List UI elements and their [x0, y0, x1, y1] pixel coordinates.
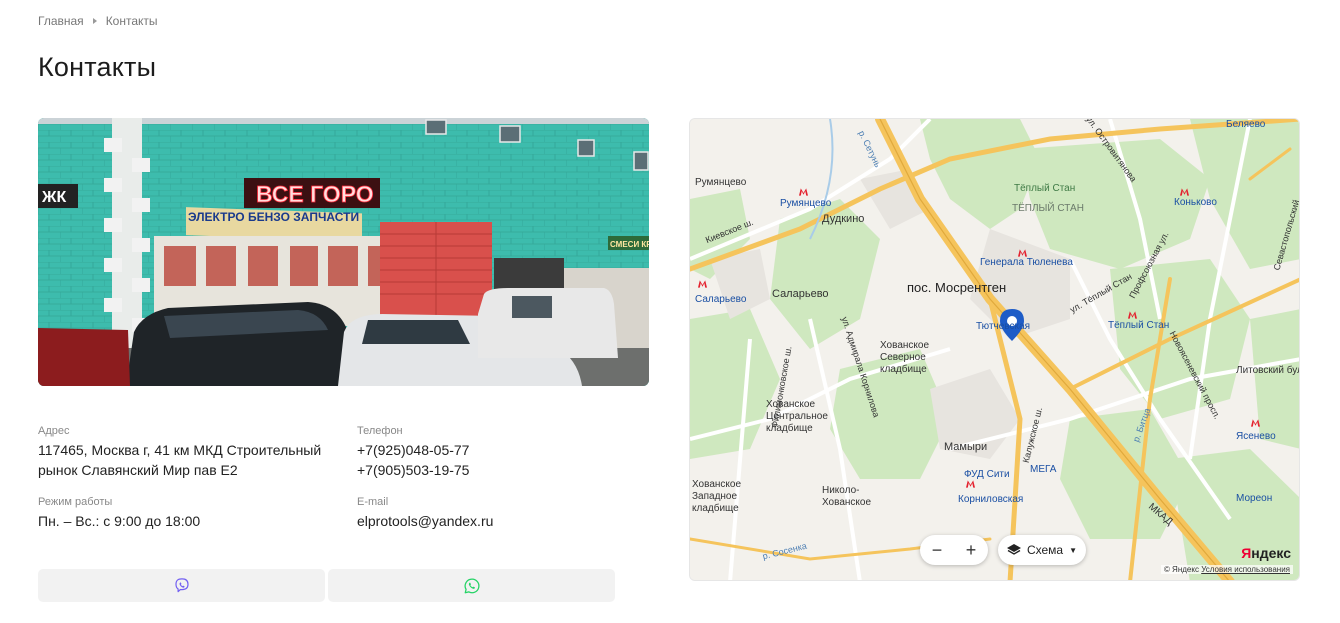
- map-label-teply-stan-park: Тёплый Стан: [1014, 183, 1076, 194]
- map-label-mamyri: Мамыри: [944, 441, 988, 453]
- address-label: Адрес: [38, 425, 70, 437]
- map-label-salaryevo: Саларьево: [772, 288, 829, 300]
- viber-button[interactable]: [38, 569, 325, 602]
- chevron-down-icon: ▼: [1069, 545, 1078, 555]
- map-label-yasenevo: Ясенево: [1236, 431, 1276, 442]
- photo-sign-left: ЖК: [41, 189, 66, 206]
- metro-icon: [966, 480, 975, 488]
- map-terms-link[interactable]: Условия использования: [1201, 565, 1290, 574]
- store-photo: ЖК ВСЕ ГОРО ЭЛЕКТРО БЕНЗО ЗАПЧАСТИ СМЕСИ…: [38, 118, 649, 386]
- hours-block: Режим работы Пн. – Вс.: с 9:00 до 18:00: [38, 495, 200, 531]
- map-footer: © Яндекс Условия использования: [1160, 565, 1293, 574]
- map-label-tyutchevskaya: Тютчевская: [976, 321, 1031, 332]
- hours-value: Пн. – Вс.: с 9:00 до 18:00: [38, 513, 201, 529]
- layers-icon: [1006, 544, 1021, 555]
- zoom-in-button[interactable]: +: [966, 540, 977, 561]
- map-label-rumyantsevo: Румянцево: [695, 177, 747, 188]
- map-label-teply-stan-district: ТЁПЛЫЙ СТАН: [1012, 203, 1084, 214]
- metro-icon: [1180, 188, 1189, 196]
- zoom-out-button[interactable]: −: [932, 540, 943, 561]
- map-label-belyaevo: Беляево: [1226, 119, 1266, 130]
- address-block: Адрес 117465, Москва г, 41 км МКД Строит…: [38, 424, 321, 480]
- phone-link-1[interactable]: +7(925)048-05-77: [357, 440, 469, 460]
- breadcrumb-current: Контакты: [105, 14, 158, 28]
- map-label-mega: МЕГА: [1030, 464, 1057, 475]
- whatsapp-icon: [464, 577, 480, 593]
- map-label-moreon: Мореон: [1236, 493, 1273, 504]
- map-label-korneliovskaya: Корниловская: [958, 494, 1024, 505]
- phone-block: Телефон +7(925)048-05-77 +7(905)503-19-7…: [357, 424, 469, 480]
- yandex-logo: Яндекс: [1241, 545, 1291, 561]
- map-label-generala-tyuleneva: Генерала Тюленева: [980, 257, 1073, 268]
- metro-icon: [799, 188, 808, 196]
- map-copyright: © Яндекс: [1163, 565, 1199, 574]
- page-title: Контакты: [38, 52, 157, 82]
- hours-label: Режим работы: [38, 496, 113, 508]
- email-block: E-mail elprotools@yandex.ru: [357, 495, 493, 531]
- map-layer-button[interactable]: Схема ▼: [998, 535, 1086, 565]
- map-label-konkovo: Коньково: [1174, 197, 1217, 208]
- metro-icon: [1018, 249, 1027, 257]
- map-label-rumyantsevo-metro: Румянцево: [780, 198, 832, 209]
- phone-link-2[interactable]: +7(905)503-19-75: [357, 460, 469, 480]
- map-zoom-control: − +: [920, 535, 988, 565]
- address-line-2: рынок Славянский Мир пав Е2: [38, 462, 238, 478]
- email-label: E-mail: [357, 496, 389, 508]
- map-label-mosrentgen: пос. Мосрентген: [907, 280, 1007, 295]
- yandex-map[interactable]: Румянцево Румянцево Дудкино Саларьево Са…: [689, 118, 1300, 581]
- breadcrumb-separator-icon: [92, 18, 97, 24]
- map-label-nikolo-khovanskoe: Николо-Хованское: [822, 485, 872, 508]
- map-label-khovanskoe-west: Хованское Западное кладбище: [692, 479, 742, 514]
- metro-icon: [1251, 419, 1260, 427]
- breadcrumb-home-link[interactable]: Главная: [38, 14, 84, 28]
- address-line-1: 117465, Москва г, 41 км МКД Строительный: [38, 442, 322, 458]
- phone-label: Телефон: [357, 425, 403, 437]
- breadcrumb: Главная Контакты: [38, 14, 158, 28]
- photo-sign-main: ВСЕ ГОРО: [256, 181, 374, 207]
- map-label-litovsky: Литовский бул.: [1236, 365, 1300, 376]
- map-label-dudkino: Дудкино: [822, 213, 865, 225]
- email-link[interactable]: elprotools@yandex.ru: [357, 511, 493, 531]
- photo-sign-small: СМЕСИ КРАСК: [610, 240, 649, 249]
- photo-sign-sub: ЭЛЕКТРО БЕНЗО ЗАПЧАСТИ: [188, 210, 359, 224]
- map-label-teply-stan-metro: Тёплый Стан: [1108, 320, 1170, 331]
- viber-icon: [174, 577, 189, 592]
- map-layer-label: Схема: [1026, 543, 1064, 557]
- map-label-khovanskoe-north: Хованское Северное кладбище: [880, 340, 930, 375]
- map-label-salaryevo-metro: Саларьево: [695, 294, 747, 305]
- whatsapp-button[interactable]: [328, 569, 615, 602]
- metro-icon: [698, 280, 707, 288]
- map-label-fud-siti: ФУД Сити: [964, 469, 1010, 480]
- metro-icon: [1128, 311, 1137, 319]
